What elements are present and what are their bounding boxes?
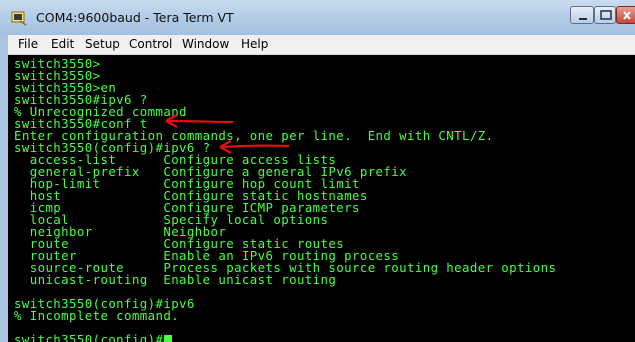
- tera-term-app-icon[interactable]: [11, 10, 27, 26]
- terminal-line: % Incomplete command.: [14, 308, 180, 323]
- menu-file[interactable]: File: [18, 37, 38, 51]
- terminal-screen[interactable]: switch3550> switch3550> switch3550>en switc…: [8, 55, 635, 342]
- terminal-cursor: [164, 335, 173, 342]
- close-button[interactable]: [616, 6, 635, 24]
- terminal-line: unicast-routing Enable unicast routing: [14, 272, 337, 287]
- minimize-button[interactable]: [570, 6, 594, 24]
- window-title: COM4:9600baud - Tera Term VT: [36, 10, 234, 25]
- close-icon: [623, 11, 631, 20]
- title-bar[interactable]: COM4:9600baud - Tera Term VT: [0, 0, 635, 35]
- maximize-button[interactable]: [594, 6, 616, 24]
- window-frame-left: [0, 35, 8, 342]
- menu-bar: File Edit Setup Control Window Help: [8, 35, 635, 55]
- menu-help[interactable]: Help: [241, 37, 268, 51]
- menu-edit[interactable]: Edit: [51, 37, 74, 51]
- minimize-icon: [579, 18, 587, 20]
- menu-control[interactable]: Control: [129, 37, 172, 51]
- tera-term-window: COM4:9600baud - Tera Term VT File Edit S…: [0, 0, 635, 342]
- maximize-icon: [600, 10, 612, 20]
- terminal-line: switch3550(config)#: [14, 332, 164, 342]
- menu-setup[interactable]: Setup: [85, 37, 120, 51]
- menu-window[interactable]: Window: [182, 37, 229, 51]
